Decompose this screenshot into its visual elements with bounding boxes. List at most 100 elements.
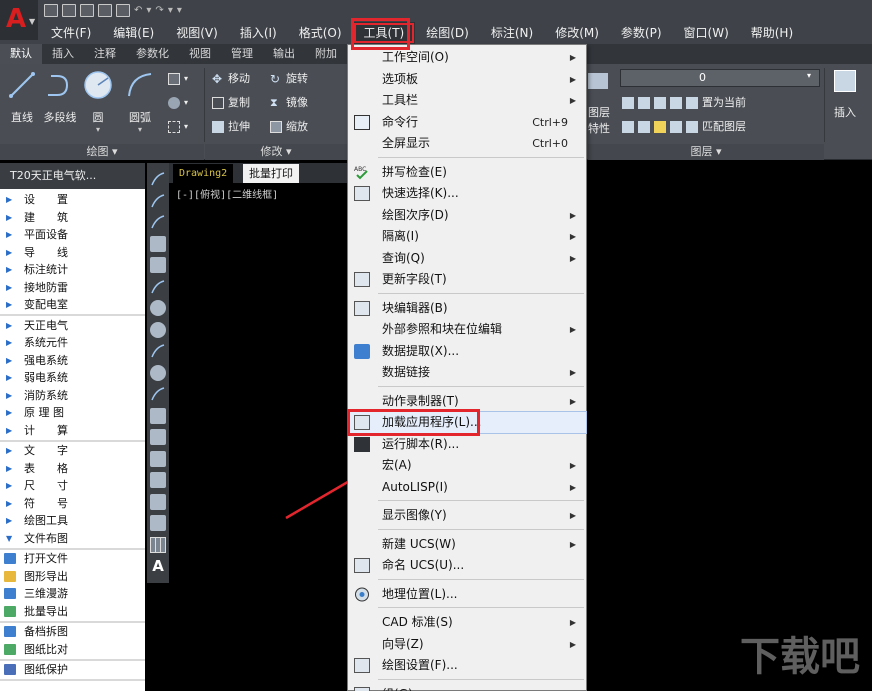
tools-menu-item[interactable]: 绘图设置(F)... xyxy=(348,655,586,676)
tools-menu-item[interactable]: 查询(Q) ▶ xyxy=(348,248,586,269)
t20-menu-item[interactable]: ▶ 原 理 图 xyxy=(0,404,145,422)
viewport-controls-label[interactable]: [-][俯视][二维线框] xyxy=(176,186,278,201)
text-icon[interactable]: A xyxy=(150,558,166,574)
polygon-icon[interactable] xyxy=(150,235,166,252)
t20-menu-item[interactable]: ▶ 建 筑 xyxy=(0,209,145,227)
move-tool[interactable]: ✥ 移动 xyxy=(212,70,250,88)
circle-tool[interactable]: 圆 ▾ xyxy=(78,70,118,134)
rectangle-icon[interactable] xyxy=(150,257,166,273)
tools-menu-item[interactable]: 宏(A) ▶ xyxy=(348,455,586,476)
polyline-tool[interactable]: 多段线 xyxy=(40,70,80,125)
tools-menu-item[interactable]: 选项板 ▶ xyxy=(348,69,586,90)
tools-menu-item[interactable]: 显示图像(Y) ▶ xyxy=(348,505,586,526)
t20-menu-item[interactable]: ▶ 系统元件 xyxy=(0,334,145,352)
redo-icon[interactable]: ↷ xyxy=(155,5,163,16)
t20-menu-item[interactable]: ▶ 弱电系统 xyxy=(0,369,145,387)
arc-dropdown-icon[interactable]: ▾ xyxy=(120,125,160,134)
undo-icon[interactable]: ↶ xyxy=(134,5,142,16)
insert-block-icon[interactable] xyxy=(150,407,166,424)
menu-item-11[interactable]: 帮助(H) xyxy=(740,22,804,44)
layer-panel-title[interactable]: 图层 ▾ xyxy=(588,144,824,160)
tools-menu-item[interactable]: 命令行 Ctrl+9 xyxy=(348,112,586,133)
stretch-tool[interactable]: 拉伸 xyxy=(212,118,250,136)
tools-menu-item[interactable]: 数据链接 ▶ xyxy=(348,362,586,383)
menu-item-6[interactable]: 绘图(D) xyxy=(415,22,480,44)
menu-item-0[interactable]: 文件(F) xyxy=(40,22,102,44)
menu-item-7[interactable]: 标注(N) xyxy=(480,22,544,44)
t20-menu-item[interactable]: 三维漫游 xyxy=(0,585,145,603)
tools-menu-item[interactable]: 组(G) xyxy=(348,684,586,691)
ribbon-tab-5[interactable]: 管理 xyxy=(221,44,263,64)
menu-item-4[interactable]: 格式(O) xyxy=(288,22,353,44)
tools-menu-item[interactable]: 隔离(I) ▶ xyxy=(348,226,586,247)
t20-menu-item[interactable]: 图纸比对 xyxy=(0,641,145,659)
t20-menu-item[interactable]: ▶ 文 字 xyxy=(0,442,145,460)
layer-tool-row-1[interactable]: 置为当前 xyxy=(622,94,746,112)
scale-tool[interactable]: 缩放 xyxy=(270,118,308,136)
t20-menu-item[interactable]: ▶ 表 格 xyxy=(0,460,145,478)
t20-panel-header[interactable]: T20天正电气软... xyxy=(0,163,145,189)
tab-drawing2[interactable]: Drawing2 xyxy=(173,164,234,183)
table-icon[interactable] xyxy=(150,536,166,553)
region-icon[interactable] xyxy=(150,515,166,531)
revision-cloud-icon[interactable] xyxy=(150,321,166,338)
layer-dropdown[interactable]: 0 ▾ xyxy=(620,69,820,87)
copy-tool[interactable]: 复制 xyxy=(212,94,250,112)
t20-menu-item[interactable]: ▶ 导 线 xyxy=(0,244,145,262)
menu-item-8[interactable]: 修改(M) xyxy=(544,22,610,44)
polyline-icon[interactable] xyxy=(150,214,166,230)
hatch-tool[interactable]: ▾ xyxy=(168,94,188,112)
arc-icon[interactable] xyxy=(150,279,166,295)
print-icon[interactable] xyxy=(116,3,130,17)
ribbon-tab-7[interactable]: 附加 xyxy=(305,44,347,64)
layer-properties-button-2[interactable]: 特性 xyxy=(588,120,610,138)
ribbon-tab-6[interactable]: 输出 xyxy=(263,44,305,64)
t20-menu-item[interactable]: 备档拆图 xyxy=(0,623,145,641)
tools-menu-item[interactable]: 绘图次序(D) ▶ xyxy=(348,205,586,226)
t20-menu-item[interactable]: ▶ 计 算 xyxy=(0,422,145,440)
t20-menu-item[interactable]: ▼ 文件布图 xyxy=(0,530,145,548)
drawing-canvas[interactable] xyxy=(169,183,350,691)
tools-menu-item[interactable]: 向导(Z) ▶ xyxy=(348,634,586,655)
tools-menu-item[interactable]: 块编辑器(B) xyxy=(348,298,586,319)
ribbon-tab-0[interactable]: 默认 xyxy=(0,44,42,64)
circle-icon[interactable] xyxy=(150,300,166,316)
ribbon-tab-3[interactable]: 参数化 xyxy=(126,44,179,64)
tools-menu-item[interactable]: 全屏显示 Ctrl+0 xyxy=(348,133,586,154)
spline-icon[interactable] xyxy=(150,343,166,359)
t20-menu-item[interactable]: 图形导出 xyxy=(0,568,145,586)
t20-menu-item[interactable]: ▶ 消防系统 xyxy=(0,387,145,405)
tools-menu-item[interactable]: 命名 UCS(U)... xyxy=(348,555,586,576)
t20-menu-item[interactable]: ▶ 尺 寸 xyxy=(0,477,145,495)
t20-menu-item[interactable]: ▶ 符 号 xyxy=(0,495,145,513)
hatch-icon[interactable] xyxy=(150,472,166,488)
t20-menu-item[interactable]: 图纸保护 xyxy=(0,661,145,679)
tools-menu-item[interactable]: 工具栏 ▶ xyxy=(348,90,586,111)
new-file-icon[interactable] xyxy=(44,3,58,17)
draw-panel-title[interactable]: 绘图 ▾ xyxy=(0,144,204,160)
ribbon-tab-2[interactable]: 注释 xyxy=(84,44,126,64)
customize-qat-icon[interactable]: ▾ xyxy=(177,5,182,16)
menu-item-3[interactable]: 插入(I) xyxy=(229,22,288,44)
tools-menu-item[interactable]: 更新字段(T) xyxy=(348,269,586,290)
layer-tool-row-2[interactable]: 匹配图层 xyxy=(622,118,746,136)
menu-item-1[interactable]: 编辑(E) xyxy=(102,22,165,44)
application-menu-button[interactable]: A ▼ xyxy=(0,0,38,40)
tab-batch-print[interactable]: 批量打印 xyxy=(243,164,299,183)
mirror-tool[interactable]: ⧗ 镜像 xyxy=(270,94,308,112)
modify-panel-title[interactable]: 修改 ▾ xyxy=(205,144,347,160)
tools-menu-item[interactable]: 工作空间(O) ▶ xyxy=(348,47,586,68)
save-icon[interactable] xyxy=(80,3,94,17)
insert-block-icon-wrap[interactable] xyxy=(834,70,856,92)
arc-tool[interactable]: 圆弧 ▾ xyxy=(120,70,160,134)
menu-item-9[interactable]: 参数(P) xyxy=(610,22,673,44)
circle-dropdown-icon[interactable]: ▾ xyxy=(78,125,118,134)
t20-menu-item[interactable]: ▶ 强电系统 xyxy=(0,352,145,370)
tools-menu-item[interactable]: 数据提取(X)... xyxy=(348,341,586,362)
t20-menu-item[interactable]: ▶ 标注统计 xyxy=(0,261,145,279)
menu-item-2[interactable]: 视图(V) xyxy=(165,22,229,44)
t20-menu-item[interactable]: ▶ 设 置 xyxy=(0,191,145,209)
t20-menu-item[interactable]: 批量导出 xyxy=(0,603,145,621)
save-as-icon[interactable] xyxy=(98,3,112,17)
tools-menu-item[interactable]: 快速选择(K)... xyxy=(348,183,586,204)
